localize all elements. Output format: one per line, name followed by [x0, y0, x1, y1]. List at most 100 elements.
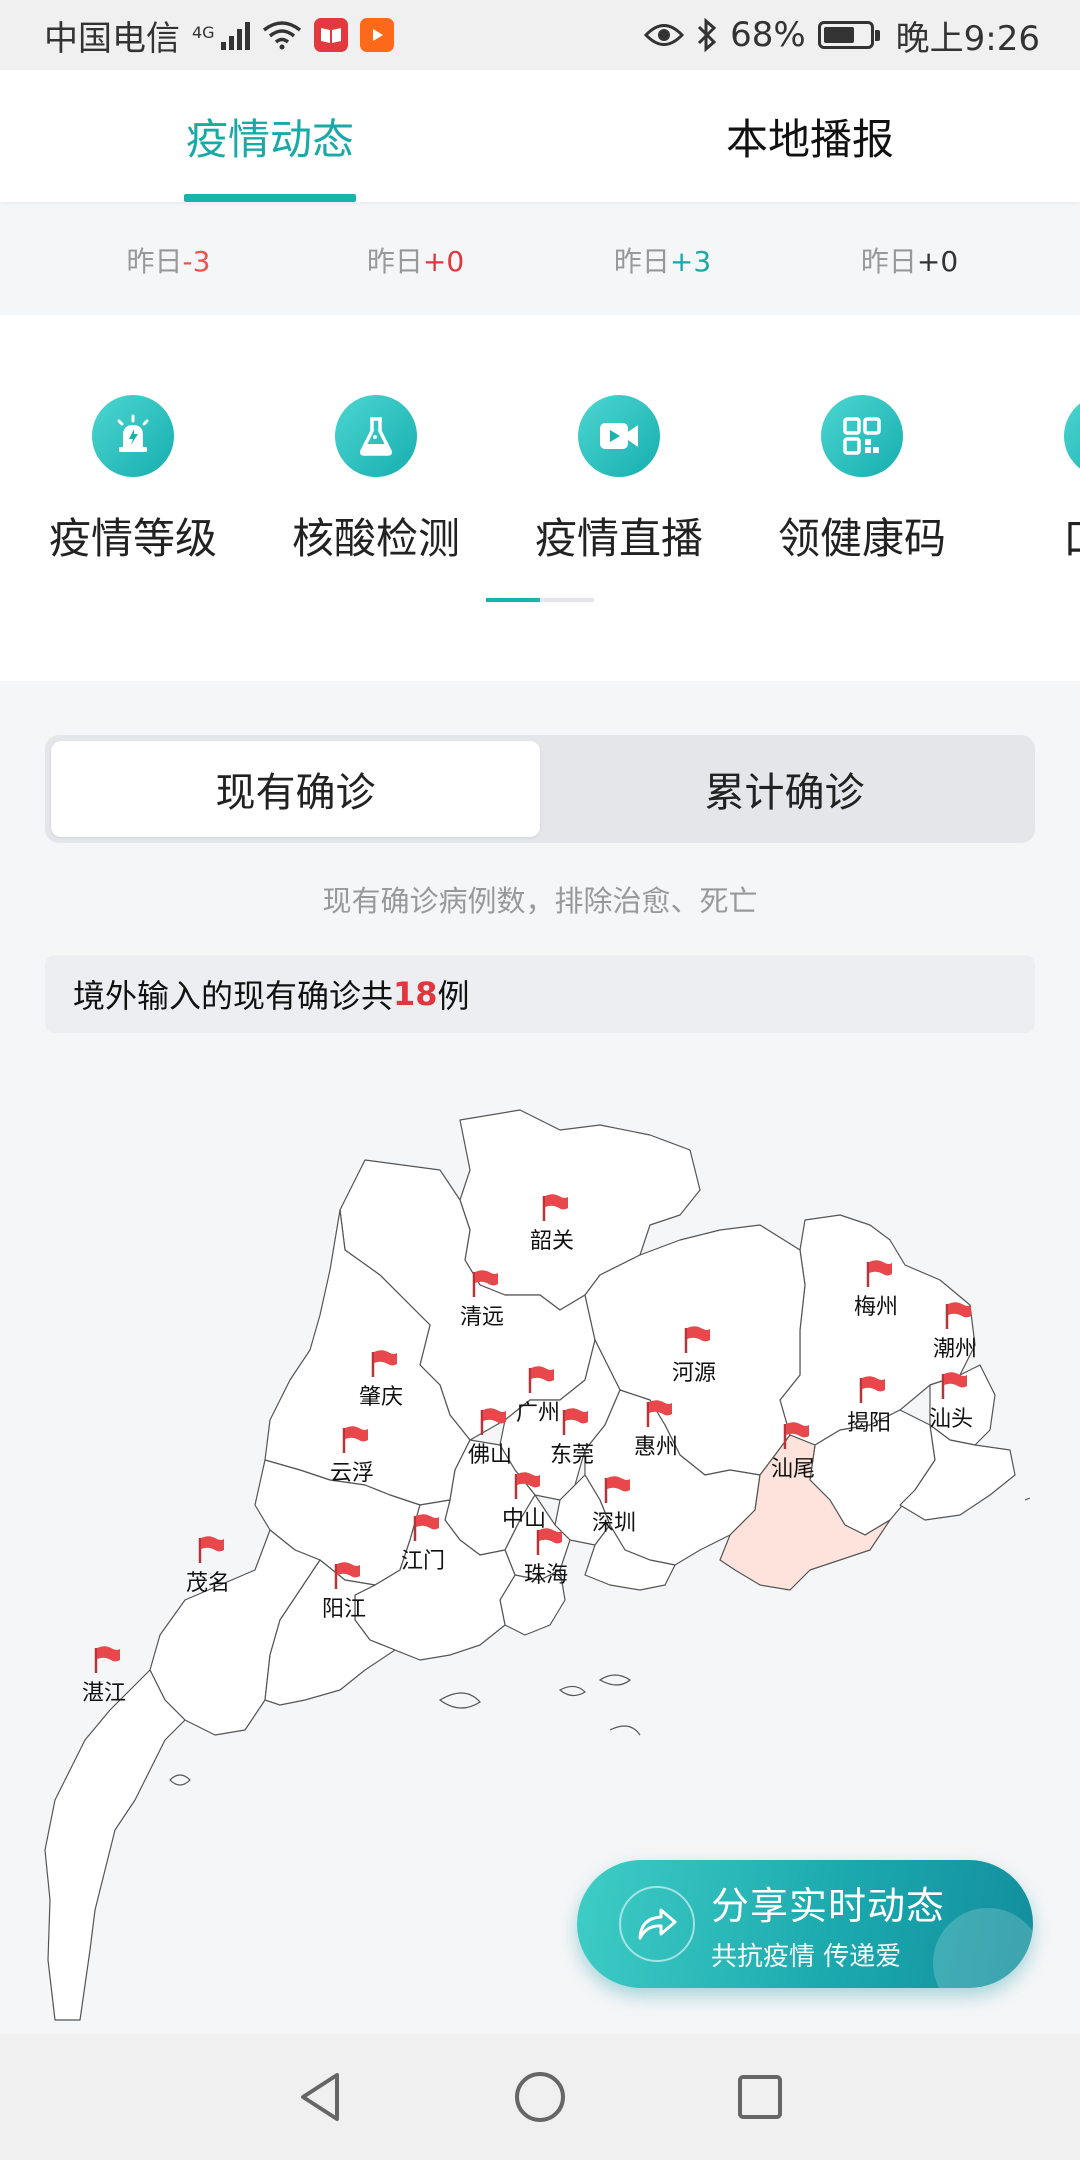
quick-entry-label: 核酸检测	[291, 514, 460, 563]
banner-suffix: 例	[437, 977, 470, 1015]
city-name: 潮州	[932, 1337, 978, 1362]
city-name: 梅州	[853, 1295, 899, 1320]
clock: 晚上9:26	[895, 18, 1040, 59]
city-marker[interactable]: 深圳	[592, 1474, 636, 1537]
flag-icon	[480, 1408, 506, 1435]
flag-icon	[542, 1194, 568, 1221]
city-marker[interactable]: 潮州	[933, 1300, 977, 1363]
city-marker[interactable]: 梅州	[854, 1258, 898, 1321]
flag-icon	[562, 1408, 588, 1435]
city-marker[interactable]: 湛江	[82, 1644, 126, 1707]
bluetooth-icon	[698, 18, 717, 52]
city-marker[interactable]: 珠海	[524, 1526, 568, 1589]
quick-entry-mask[interactable]: 口罩	[995, 395, 1080, 566]
quick-entry-epidemic-level[interactable]: 疫情等级	[23, 395, 243, 566]
share-live-updates-button[interactable]: 分享实时动态 共抗疫情 传递爱	[577, 1860, 1033, 1988]
share-glow	[933, 1908, 1033, 1988]
city-marker[interactable]: 中山	[502, 1470, 546, 1533]
city-marker[interactable]: 茂名	[186, 1534, 230, 1597]
flag-icon	[536, 1528, 562, 1555]
flag-icon	[604, 1476, 630, 1503]
quick-entry-label: 疫情等级	[48, 514, 217, 563]
tab-local-report[interactable]: 本地播报	[540, 70, 1080, 202]
recents-icon[interactable]	[730, 2067, 790, 2127]
wifi-icon	[262, 21, 301, 50]
city-marker[interactable]: 河源	[672, 1324, 716, 1387]
city-name: 揭阳	[846, 1411, 892, 1436]
flag-icon	[342, 1426, 368, 1453]
back-icon[interactable]	[290, 2067, 350, 2127]
city-name: 云浮	[329, 1461, 375, 1486]
battery-icon	[817, 21, 880, 49]
quick-entry-health-code[interactable]: 领健康码	[752, 395, 972, 566]
city-name: 深圳	[591, 1511, 637, 1536]
status-bar: 中国电信 4G 68% 晚上9:26	[0, 0, 1080, 70]
video-camera-icon	[578, 395, 660, 477]
quick-entry-nucleic-test[interactable]: 核酸检测	[266, 395, 486, 566]
video-app-icon	[359, 18, 394, 52]
city-name: 阳江	[321, 1597, 367, 1622]
flag-icon	[514, 1472, 540, 1499]
city-marker[interactable]: 惠州	[634, 1398, 678, 1461]
city-marker[interactable]: 云浮	[330, 1424, 374, 1487]
book-app-icon	[313, 18, 348, 52]
system-nav-bar	[0, 2034, 1080, 2160]
quick-entry-label: 疫情直播	[534, 514, 703, 563]
quick-entry-label: 口罩	[995, 505, 1080, 566]
flag-icon	[684, 1326, 710, 1353]
carousel-indicator	[486, 598, 594, 602]
quick-entry-live[interactable]: 疫情直播	[509, 395, 729, 566]
city-marker[interactable]: 汕头	[929, 1370, 973, 1433]
city-name: 佛山	[467, 1443, 513, 1468]
city-name: 肇庆	[358, 1385, 404, 1410]
stat-delta: 昨日+0	[366, 245, 465, 278]
city-marker[interactable]: 清远	[460, 1268, 504, 1331]
city-name: 河源	[671, 1361, 717, 1386]
network-type: 4G	[192, 22, 215, 42]
city-marker[interactable]: 佛山	[468, 1406, 512, 1469]
tab-epidemic-news[interactable]: 疫情动态	[0, 70, 540, 202]
city-name: 珠海	[523, 1563, 569, 1588]
flag-icon	[783, 1422, 809, 1449]
battery-percent: 68%	[730, 15, 806, 55]
confirmed-type-segment: 现有确诊 累计确诊	[45, 735, 1035, 843]
top-tab-bar: 疫情动态 本地播报	[0, 70, 1080, 202]
imported-count: 18	[393, 975, 438, 1013]
city-name: 惠州	[633, 1435, 679, 1460]
city-name: 东莞	[549, 1443, 595, 1468]
segment-cumulative-confirmed[interactable]: 累计确诊	[540, 741, 1029, 837]
city-marker[interactable]: 韶关	[530, 1192, 574, 1255]
banner-prefix: 境外输入的现有确诊共	[73, 977, 394, 1015]
share-title: 分享实时动态	[711, 1884, 946, 1928]
city-marker[interactable]: 汕尾	[771, 1420, 815, 1483]
quick-entry-label: 领健康码	[777, 514, 946, 563]
home-icon[interactable]	[510, 2067, 570, 2127]
flag-icon	[941, 1372, 967, 1399]
alarm-icon	[92, 395, 174, 477]
city-marker[interactable]: 阳江	[322, 1560, 366, 1623]
flask-icon	[335, 395, 417, 477]
region-zhanjiang[interactable]	[44, 1669, 186, 2021]
mask-icon	[1064, 395, 1080, 477]
city-marker[interactable]: 江门	[401, 1512, 445, 1575]
city-marker[interactable]: 揭阳	[847, 1374, 891, 1437]
flag-icon	[413, 1514, 439, 1541]
flag-icon	[866, 1260, 892, 1287]
qr-code-icon	[821, 395, 903, 477]
share-icon	[619, 1886, 695, 1962]
stat-delta: 昨日+0	[860, 245, 959, 278]
city-marker[interactable]: 东莞	[550, 1406, 594, 1469]
city-marker[interactable]: 肇庆	[359, 1348, 403, 1411]
quick-entry-carousel[interactable]: 疫情等级 核酸检测 疫情直播 领健康码	[0, 315, 1080, 681]
stat-delta: 昨日+3	[613, 245, 712, 278]
segment-current-confirmed[interactable]: 现有确诊	[51, 741, 540, 837]
city-name: 湛江	[81, 1681, 127, 1706]
city-name: 汕尾	[770, 1457, 816, 1482]
flag-icon	[94, 1646, 120, 1673]
flag-icon	[528, 1366, 554, 1393]
flag-icon	[472, 1270, 498, 1297]
carrier-name: 中国电信	[44, 18, 180, 59]
segment-caption: 现有确诊病例数，排除治愈、死亡	[322, 884, 758, 918]
imported-cases-banner: 境外输入的现有确诊共 18 例	[45, 955, 1035, 1033]
flag-icon	[859, 1376, 885, 1403]
